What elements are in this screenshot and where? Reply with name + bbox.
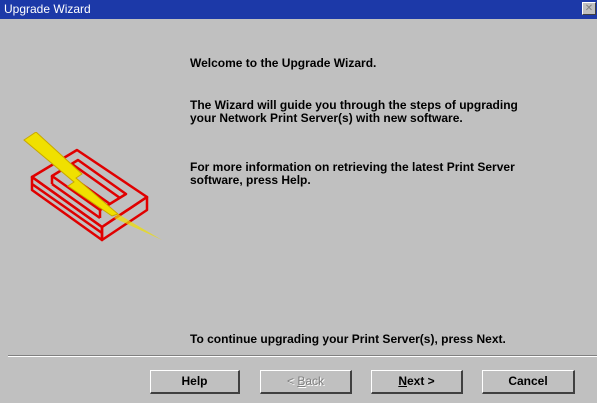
guide-text: The Wizard will guide you through the st… — [190, 98, 518, 125]
print-server-upgrade-icon — [23, 132, 162, 242]
help-button-label: Help — [181, 374, 208, 388]
close-icon[interactable]: ✕ — [582, 2, 596, 15]
back-button[interactable]: < Back — [260, 370, 352, 394]
back-suffix: ack — [305, 374, 325, 388]
cancel-button[interactable]: Cancel — [482, 370, 575, 394]
continue-text: To continue upgrading your Print Server(… — [190, 332, 506, 346]
welcome-heading: Welcome to the Upgrade Wizard. — [190, 56, 377, 70]
help-button[interactable]: Help — [150, 370, 240, 394]
title-bar[interactable]: Upgrade Wizard ✕ — [0, 0, 597, 19]
back-prefix: < — [286, 374, 298, 388]
window-title: Upgrade Wizard — [4, 2, 91, 16]
upgrade-wizard-dialog: Upgrade Wizard ✕ Welcome to the Upgrade … — [0, 0, 597, 403]
next-accelerator: N — [398, 374, 407, 388]
cancel-button-label: Cancel — [508, 374, 548, 388]
next-suffix: ext > — [406, 374, 435, 388]
separator — [8, 355, 597, 357]
next-button[interactable]: Next > — [371, 370, 463, 394]
info-text: For more information on retrieving the l… — [190, 160, 515, 187]
